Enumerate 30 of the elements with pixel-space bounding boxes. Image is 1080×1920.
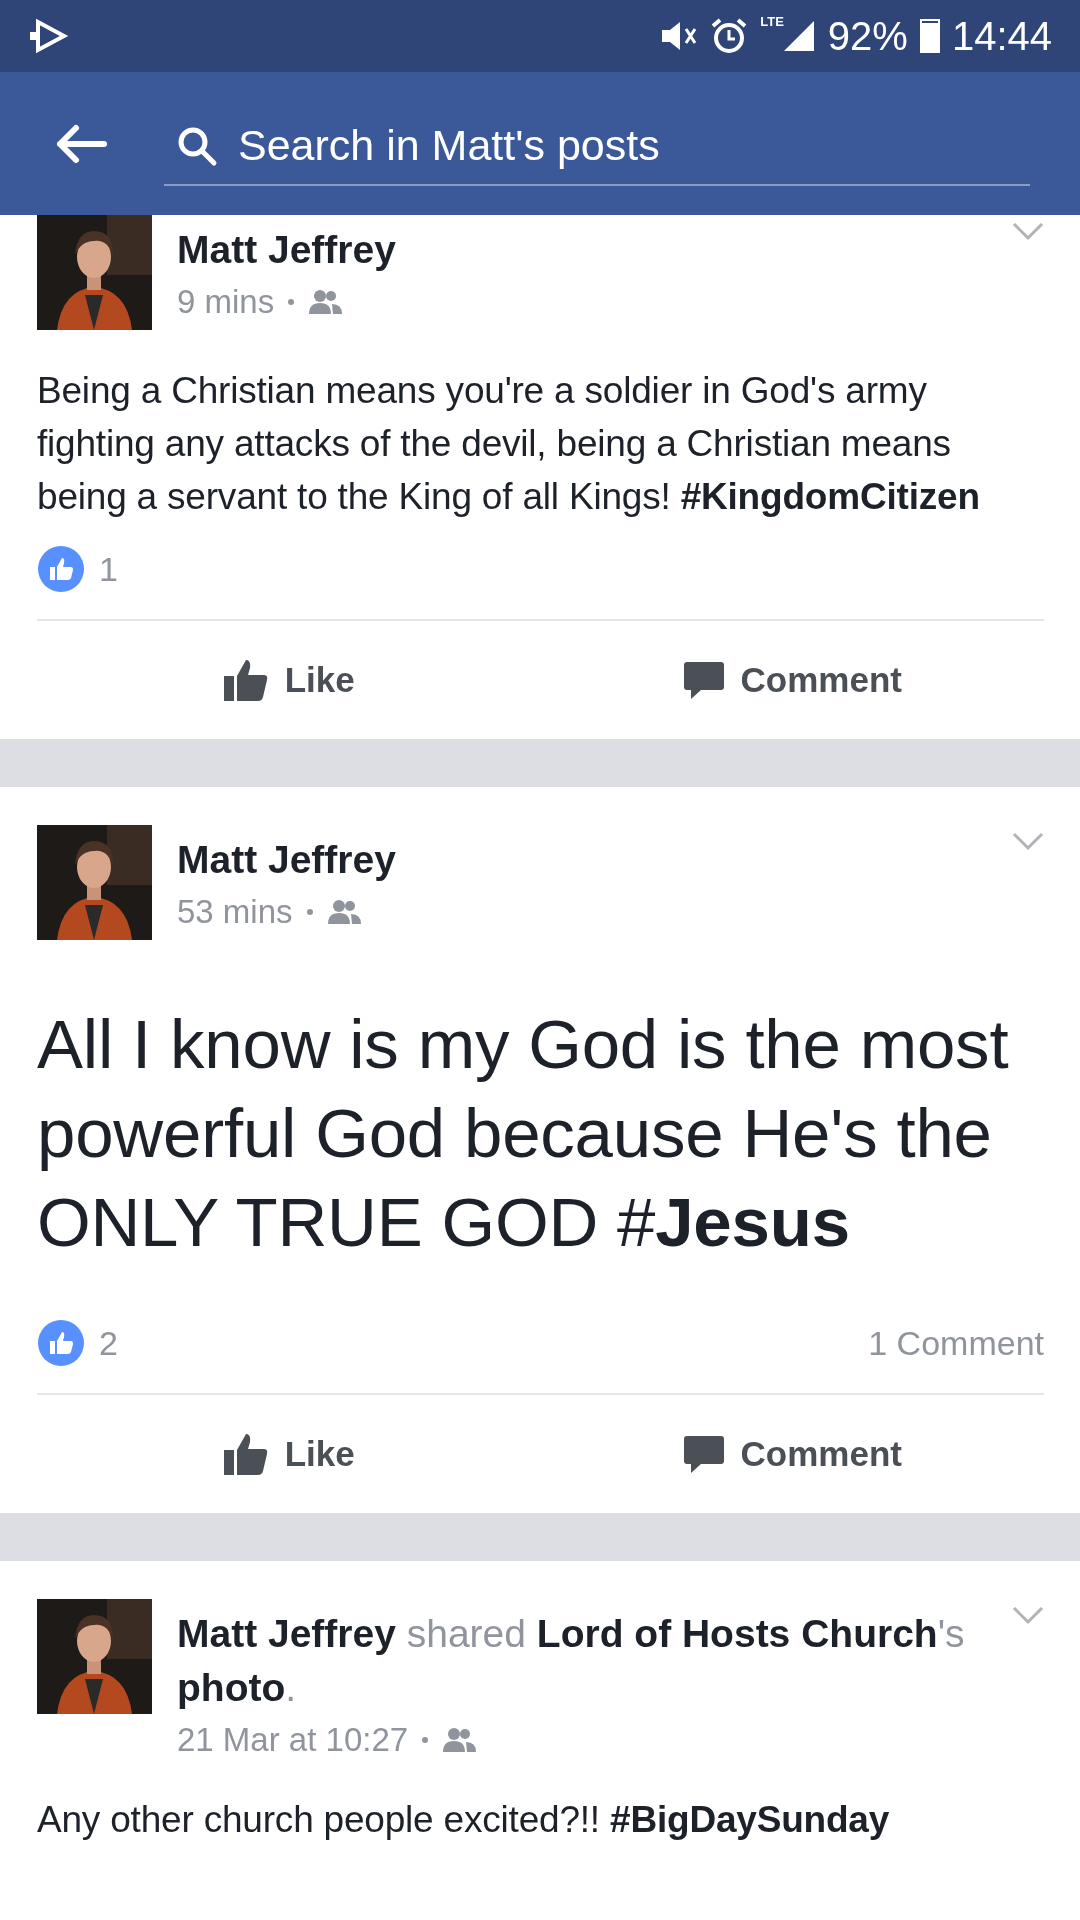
battery-icon [919,19,940,53]
battery-percent: 92% [827,13,908,59]
network-type: LTE [760,14,784,29]
separator-dot [288,299,295,305]
friends-icon [326,899,361,925]
like-count: 1 [99,549,118,589]
separator-dot [422,1737,429,1743]
like-count-icon [37,545,85,593]
friends-icon [308,289,343,315]
like-count-icon [37,1319,85,1367]
post-headline: Matt Jeffrey shared Lord of Hosts Church's photo. [177,1611,966,1711]
speech-bubble-icon [682,1434,725,1474]
post-headline: Matt Jeffrey [177,227,397,273]
thumbs-up-icon [222,1432,269,1476]
play-icon [28,18,70,54]
post-time: 9 mins [177,283,275,321]
post-text: All I know is my God is the most powerful God because He's the ONLY TRUE GOD #Jesus [37,1005,1010,1263]
friends-icon [442,1727,477,1753]
separator-dot [306,909,313,915]
post-time: 21 Mar at 10:27 [177,1721,409,1759]
search-field[interactable]: Search in Matt's posts [238,121,1016,170]
post-text: Any other church people excited?!! #BigDaySunday [37,1798,891,1842]
post-text: Being a Christian means you're a soldier in God's army fighting any attacks of the devil, being a Christian means being a servant to the King of all Kings! #KingdomCitizen [37,369,981,519]
like-count: 2 [99,1323,118,1363]
post-time: 53 mins [177,893,293,931]
clock: 14:44 [951,13,1052,59]
post-headline: Matt Jeffrey [177,837,397,883]
alarm-icon [710,17,749,55]
speech-bubble-icon [682,660,725,700]
thumbs-up-icon [222,658,269,702]
